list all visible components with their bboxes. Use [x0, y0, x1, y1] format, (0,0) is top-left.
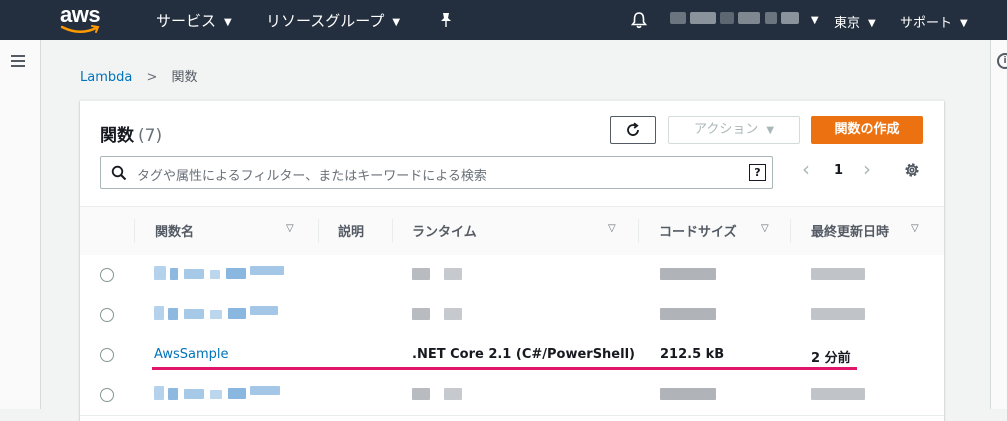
- aws-smile-icon: [60, 25, 100, 33]
- help-icon[interactable]: ?: [749, 164, 766, 181]
- right-sidebar: i: [990, 40, 1007, 409]
- annotation-underline: [152, 367, 857, 370]
- actions-button[interactable]: アクション ▼: [668, 116, 800, 144]
- search-placeholder: タグや属性によるフィルター、またはキーワードによる検索: [137, 169, 487, 184]
- support-menu[interactable]: サポート ▼: [900, 12, 968, 31]
- row-radio[interactable]: [100, 268, 114, 282]
- pager-next-button[interactable]: ›: [863, 157, 871, 181]
- column-header-last-modified[interactable]: 最終更新日時 ▽: [811, 221, 919, 240]
- breadcrumb-current: 関数: [171, 70, 198, 85]
- refresh-icon: [627, 122, 639, 136]
- region-menu[interactable]: 東京 ▼: [834, 12, 876, 31]
- pin-icon[interactable]: [439, 12, 453, 32]
- column-header-description[interactable]: 説明: [338, 221, 364, 240]
- chevron-down-icon: ▼: [868, 18, 876, 29]
- chevron-down-icon: ▼: [960, 18, 968, 29]
- row-radio[interactable]: [100, 308, 114, 322]
- function-count: (7): [138, 126, 163, 146]
- row-radio[interactable]: [100, 348, 114, 362]
- refresh-button[interactable]: [610, 116, 656, 144]
- support-label: サポート: [900, 16, 953, 31]
- function-code-size: 212.5 kB: [660, 347, 725, 362]
- sort-icon[interactable]: ▽: [761, 223, 769, 234]
- chevron-down-icon: ▼: [810, 15, 819, 26]
- sort-icon[interactable]: ▽: [608, 223, 616, 234]
- table-row[interactable]: [80, 375, 944, 416]
- column-header-name[interactable]: 関数名 ▽: [155, 221, 294, 240]
- table-header: 関数名 ▽ 説明 ランタイム ▽ コードサイズ ▽ 最終更新日時 ▽: [80, 206, 944, 256]
- resource-groups-menu[interactable]: リソースグループ ▼: [266, 10, 400, 31]
- services-label: サービス: [156, 12, 217, 30]
- table-row[interactable]: [80, 255, 944, 296]
- actions-label: アクション: [693, 122, 759, 137]
- search-input[interactable]: タグや属性によるフィルター、またはキーワードによる検索 ?: [100, 156, 773, 189]
- info-icon[interactable]: i: [997, 53, 1007, 69]
- breadcrumb-separator: >: [146, 70, 158, 85]
- aws-logo[interactable]: aws: [60, 2, 104, 35]
- page-title: 関数 (7): [100, 121, 162, 146]
- column-header-code-size[interactable]: コードサイズ ▽: [659, 221, 769, 240]
- create-function-button[interactable]: 関数の作成: [811, 116, 923, 144]
- gear-icon[interactable]: [903, 161, 921, 179]
- sort-icon[interactable]: ▽: [911, 223, 919, 234]
- breadcrumb-lambda[interactable]: Lambda: [80, 70, 132, 85]
- account-menu[interactable]: ▼: [670, 12, 819, 28]
- top-navigation: aws サービス ▼ リソースグループ ▼ ▼ 東京 ▼ サポート ▼: [0, 0, 1007, 40]
- menu-icon[interactable]: [11, 55, 25, 67]
- row-radio[interactable]: [100, 388, 114, 402]
- services-menu[interactable]: サービス ▼: [156, 10, 232, 31]
- sort-icon[interactable]: ▽: [286, 223, 294, 234]
- pager-prev-button[interactable]: ‹: [802, 157, 810, 181]
- column-header-runtime[interactable]: ランタイム ▽: [412, 221, 616, 240]
- function-last-modified: 2 分前: [811, 351, 851, 366]
- bell-icon[interactable]: [630, 11, 648, 33]
- function-runtime: .NET Core 2.1 (C#/PowerShell): [412, 347, 635, 362]
- chevron-down-icon: ▼: [392, 17, 401, 28]
- create-function-label: 関数の作成: [834, 122, 900, 137]
- caret-down-icon: ▼: [766, 125, 775, 136]
- region-label: 東京: [834, 16, 861, 31]
- chevron-down-icon: ▼: [224, 17, 232, 28]
- table-row[interactable]: [80, 295, 944, 336]
- function-name-link[interactable]: AwsSample: [154, 347, 229, 362]
- search-icon: [111, 165, 127, 181]
- functions-panel: 関数 (7) アクション ▼ 関数の作成 タグや属性によるフィルター、またはキーワー…: [80, 100, 944, 421]
- panel-title-text: 関数: [100, 126, 134, 146]
- pager-current-page[interactable]: 1: [834, 163, 843, 178]
- left-sidebar: [0, 40, 41, 409]
- resource-groups-label: リソースグループ: [266, 12, 385, 30]
- breadcrumb: Lambda > 関数: [80, 66, 198, 85]
